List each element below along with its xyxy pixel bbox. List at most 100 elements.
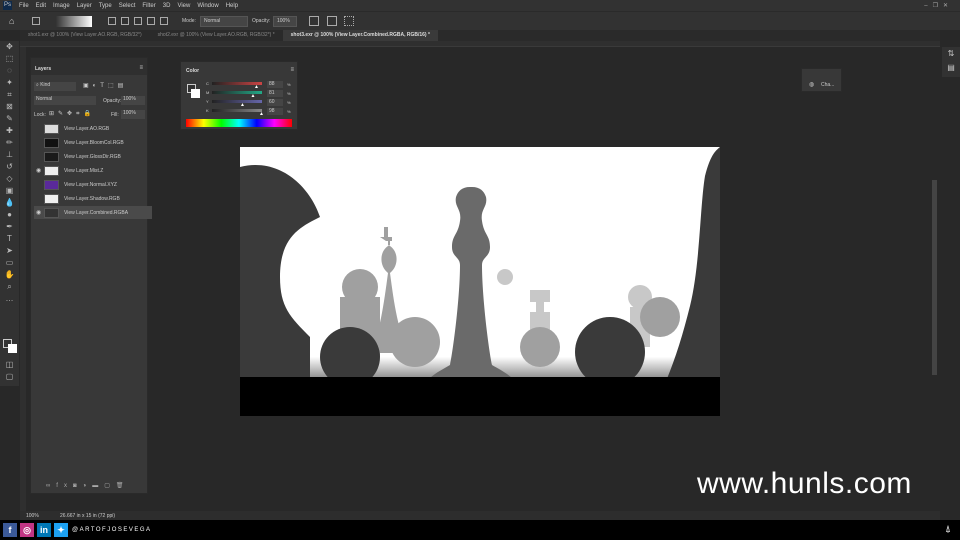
gradient-preset-icon[interactable]	[32, 17, 40, 25]
menu-3d[interactable]: 3D	[163, 3, 171, 9]
menu-filter[interactable]: Filter	[142, 3, 155, 9]
eye-icon[interactable]: ◉	[36, 209, 41, 216]
layer-name: View Layer.GlossDir.RGB	[64, 153, 121, 160]
eyedropper-icon[interactable]: ✎	[0, 113, 19, 125]
frame-tool-icon[interactable]: ⊠	[0, 101, 19, 113]
tab-shot3[interactable]: shot3.exr @ 100% (View Layer.Combined.RG…	[282, 30, 438, 41]
blur-tool-icon[interactable]: 💧	[0, 197, 19, 209]
layer-row[interactable]: ◉ View Layer.Combined.RGBA	[34, 206, 152, 219]
channel-slider[interactable]	[212, 109, 262, 112]
channel-value[interactable]: 81	[267, 90, 283, 97]
layer-thumbnail	[44, 151, 59, 162]
mode-select[interactable]: Normal	[200, 16, 248, 27]
fill-input[interactable]: 100%	[121, 110, 145, 119]
layer-actions[interactable]: ∞fx◙◑▬▢🗑	[46, 482, 129, 489]
color-tab[interactable]: Color	[186, 68, 199, 74]
menu-bar: Ps File Edit Image Layer Type Select Fil…	[0, 0, 960, 11]
channels-icon: ◍	[809, 82, 815, 88]
menu-image[interactable]: Image	[53, 3, 70, 9]
stamp-tool-icon[interactable]: ⊥	[0, 149, 19, 161]
panel-menu-icon[interactable]: ≡	[139, 65, 143, 71]
tab-shot1[interactable]: shot1.exr @ 100% (View Layer.AO.RGB, RGB…	[20, 30, 150, 41]
magic-wand-icon[interactable]: ✦	[0, 77, 19, 89]
opacity-input[interactable]: 100%	[273, 16, 297, 27]
transparency-icon[interactable]	[344, 16, 354, 26]
gradient-tool-icon[interactable]: ▣	[0, 185, 19, 197]
color-spectrum[interactable]	[186, 119, 292, 127]
channel-value[interactable]: 60	[267, 99, 283, 106]
layer-name: View Layer.BloomCol.RGB	[64, 139, 124, 146]
screen-mode-icon[interactable]: ▢	[0, 371, 19, 383]
slider-handle[interactable]: ▲	[259, 111, 264, 117]
background-swatch[interactable]	[191, 89, 200, 98]
opacity-label: Opacity:	[252, 18, 271, 24]
menu-view[interactable]: View	[177, 3, 190, 9]
zoom-level[interactable]: 100%	[26, 513, 39, 519]
menu-layer[interactable]: Layer	[77, 3, 92, 9]
vertical-scrollbar[interactable]	[932, 180, 937, 375]
layer-thumbnail	[44, 179, 59, 190]
history-brush-icon[interactable]: ↺	[0, 161, 19, 173]
layer-row[interactable]: ◉ View Layer.Mist.Z	[34, 164, 152, 177]
dodge-tool-icon[interactable]: ●	[0, 209, 19, 221]
channel-label: Y	[206, 99, 209, 104]
background-color-swatch[interactable]	[8, 344, 17, 353]
slider-handle[interactable]: ▲	[254, 84, 259, 90]
hand-tool-icon[interactable]: ✋	[0, 269, 19, 281]
menu-select[interactable]: Select	[119, 3, 136, 9]
reverse-icon[interactable]	[309, 16, 319, 26]
path-select-icon[interactable]: ➤	[0, 245, 19, 257]
layer-thumbnail	[44, 123, 59, 134]
menu-help[interactable]: Help	[226, 3, 238, 9]
type-tool-icon[interactable]: T	[0, 233, 19, 245]
filter-type-icons[interactable]: ▣◐T⬚▤	[83, 82, 127, 89]
menu-window[interactable]: Window	[197, 3, 218, 9]
layer-thumbnail	[44, 193, 59, 204]
layer-opacity-label: Opacity:	[103, 98, 122, 104]
layers-tab[interactable]: Layers	[35, 66, 51, 72]
eraser-icon[interactable]: ◇	[0, 173, 19, 185]
brush-tool-icon[interactable]: ✏	[0, 137, 19, 149]
layer-filter-select[interactable]: ⌕ Kind	[34, 82, 76, 91]
channel-slider[interactable]	[212, 100, 262, 103]
healing-brush-icon[interactable]: ✚	[0, 125, 19, 137]
channels-panel-collapsed[interactable]: ◍ Cha...	[801, 68, 842, 92]
move-tool-icon[interactable]: ✥	[0, 41, 19, 53]
layer-row[interactable]: View Layer.AO.RGB	[34, 122, 152, 135]
menu-edit[interactable]: Edit	[36, 3, 46, 9]
pen-tool-icon[interactable]: ✒	[0, 221, 19, 233]
layer-row[interactable]: View Layer.BloomCol.RGB	[34, 136, 152, 149]
marquee-tool-icon[interactable]: ⬚	[0, 53, 19, 65]
panel-menu-icon[interactable]: ≡	[290, 67, 294, 73]
lasso-tool-icon[interactable]: ◌	[0, 65, 19, 77]
layer-row[interactable]: View Layer.Shadow.RGB	[34, 192, 152, 205]
shape-tool-icon[interactable]: ▭	[0, 257, 19, 269]
slider-handle[interactable]: ▲	[240, 102, 245, 108]
photoshop-logo: Ps	[3, 1, 12, 10]
right-dock-icons[interactable]: ⇅ ▤	[942, 47, 960, 77]
tab-shot2[interactable]: shot2.exr @ 100% (View Layer.AO.RGB, RGB…	[150, 30, 283, 41]
layer-row[interactable]: View Layer.Normal.XYZ	[34, 178, 152, 191]
gradient-type-buttons[interactable]	[108, 17, 168, 26]
menu-type[interactable]: Type	[99, 3, 112, 9]
layer-row[interactable]: View Layer.GlossDir.RGB	[34, 150, 152, 163]
window-controls[interactable]: – ❐ ✕	[924, 2, 948, 9]
menu-file[interactable]: File	[19, 3, 29, 9]
zoom-tool-icon[interactable]: ⌕	[0, 281, 19, 293]
blend-mode-select[interactable]: Normal	[34, 96, 96, 105]
lock-icons[interactable]: ⊞✎✥⌗🔒	[49, 110, 95, 118]
channel-value[interactable]: 98	[267, 108, 283, 115]
channel-label: C	[206, 81, 209, 86]
quick-mask-icon[interactable]: ◫	[0, 359, 19, 371]
crop-tool-icon[interactable]: ⌗	[0, 89, 19, 101]
eye-icon[interactable]: ◉	[36, 167, 41, 174]
gradient-picker[interactable]	[56, 16, 92, 27]
channel-value[interactable]: 88	[267, 81, 283, 88]
dither-icon[interactable]	[327, 16, 337, 26]
more-tools-icon[interactable]: …	[0, 293, 19, 305]
document-canvas[interactable]	[240, 147, 720, 416]
layer-opacity-input[interactable]: 100%	[121, 96, 145, 105]
slider-handle[interactable]: ▲	[251, 93, 256, 99]
unit-label: %	[287, 109, 291, 114]
home-icon[interactable]: ⌂	[9, 16, 14, 26]
